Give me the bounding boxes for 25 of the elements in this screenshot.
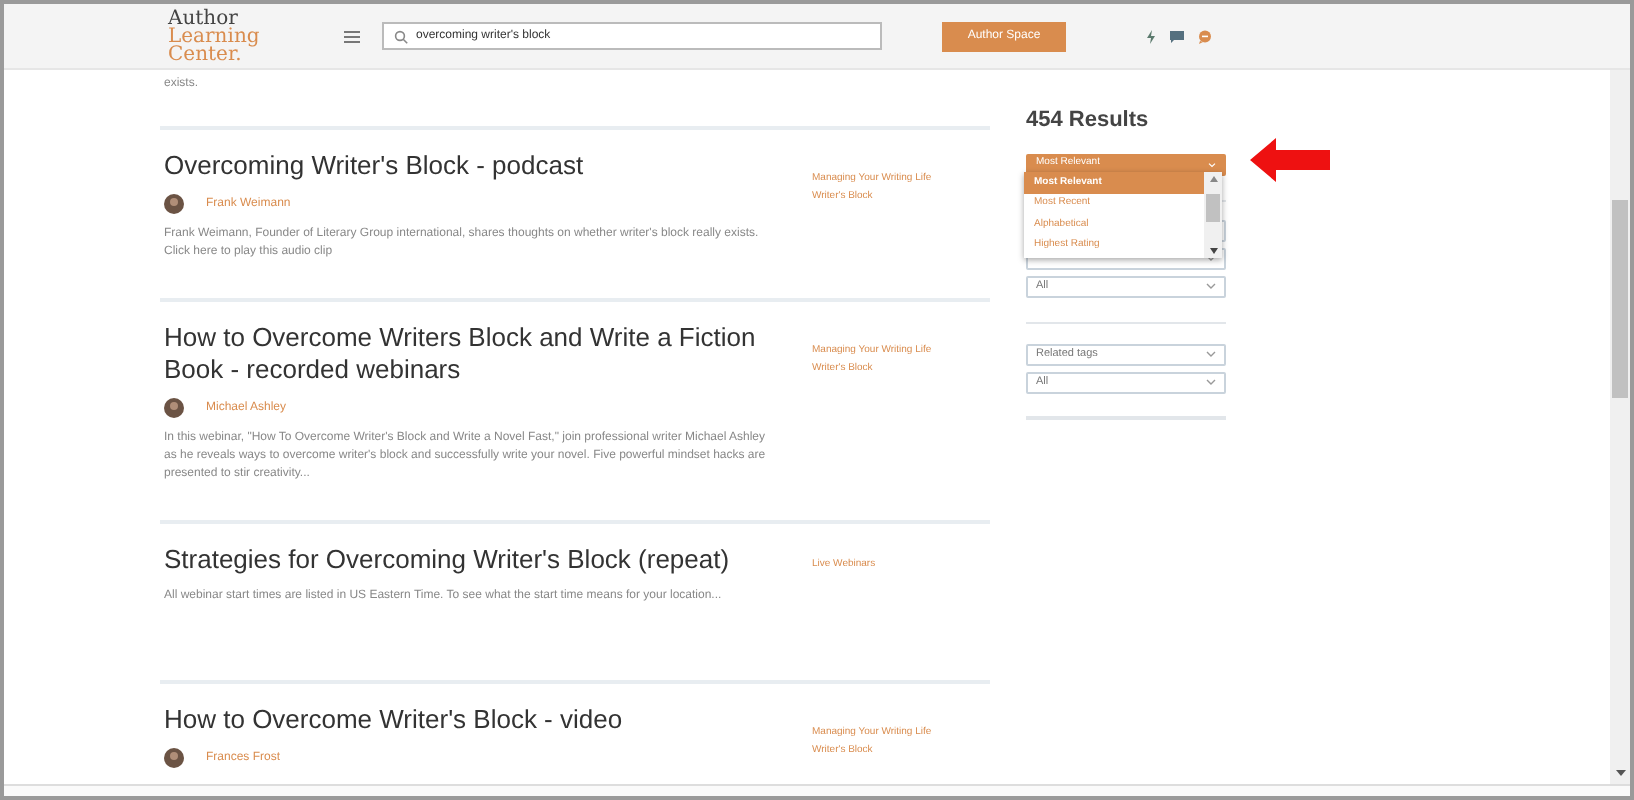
result-title[interactable]: Strategies for Overcoming Writer's Block (repeat) bbox=[164, 544, 808, 576]
result-title[interactable]: Overcoming Writer's Block - podcast bbox=[164, 150, 808, 182]
scrollbar-thumb[interactable] bbox=[1206, 193, 1220, 221]
scrollbar-thumb[interactable] bbox=[1612, 200, 1628, 398]
scroll-down-icon[interactable] bbox=[1615, 770, 1625, 776]
results-count: 454 Results bbox=[1026, 106, 1151, 136]
result-title[interactable]: How to Overcome Writers Block and Write a Fiction Book - recorded webinars bbox=[164, 322, 808, 386]
lightning-icon[interactable] bbox=[1146, 29, 1156, 43]
chevron-icon bbox=[1208, 161, 1216, 167]
menu-icon[interactable] bbox=[344, 29, 360, 43]
chevron-icon bbox=[1206, 350, 1216, 358]
list-scrollbar[interactable] bbox=[1204, 172, 1222, 258]
arrow-icon bbox=[1250, 138, 1330, 182]
speech-bubble-icon[interactable] bbox=[1198, 29, 1212, 43]
avatar-icon bbox=[164, 398, 184, 418]
chevron-icon bbox=[1206, 378, 1216, 386]
logo[interactable]: Author Learning Center. bbox=[168, 9, 312, 63]
avatar-icon bbox=[164, 194, 184, 214]
search-icon bbox=[394, 29, 408, 43]
scroll-down-icon[interactable] bbox=[1209, 248, 1217, 254]
avatar-icon bbox=[164, 748, 184, 768]
page-scrollbar[interactable] bbox=[1610, 70, 1630, 784]
chevron-icon bbox=[1206, 282, 1216, 290]
chat-icon[interactable] bbox=[1170, 29, 1184, 43]
result-title[interactable]: How to Overcome Writer's Block - video bbox=[164, 704, 808, 736]
